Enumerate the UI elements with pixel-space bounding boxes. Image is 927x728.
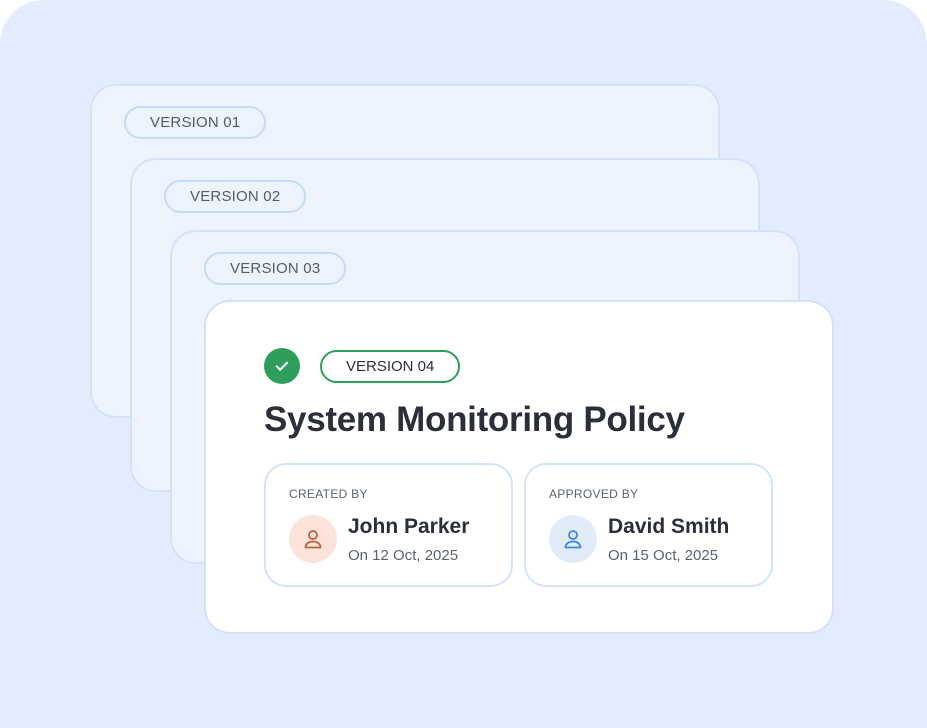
approver-avatar	[549, 515, 597, 563]
approved-by-label: APPROVED BY	[549, 487, 639, 501]
policy-title: System Monitoring Policy	[264, 400, 685, 439]
version-badge: VERSION 03	[204, 252, 347, 285]
approver-name: David Smith	[608, 515, 730, 538]
check-icon	[264, 348, 300, 384]
created-by-card: CREATED BY John Parker On 12 Oct, 2025	[264, 463, 513, 587]
current-version-badge: VERSION 04	[320, 350, 461, 383]
version-badge: VERSION 01	[124, 106, 267, 139]
user-icon	[564, 530, 582, 549]
current-version-card[interactable]: VERSION 04 System Monitoring Policy CREA…	[204, 300, 834, 634]
created-by-label: CREATED BY	[289, 487, 368, 501]
approved-date: On 15 Oct, 2025	[608, 547, 719, 564]
user-icon	[304, 530, 322, 549]
created-date: On 12 Oct, 2025	[348, 547, 459, 564]
version-badge: VERSION 02	[164, 180, 307, 213]
creator-avatar	[289, 515, 337, 563]
approved-by-card: APPROVED BY David Smith On 15 Oct, 2025	[524, 463, 773, 587]
creator-name: John Parker	[348, 515, 470, 538]
background-canvas: VERSION 01 VERSION 02 VERSION 03 VERSION…	[0, 0, 927, 728]
